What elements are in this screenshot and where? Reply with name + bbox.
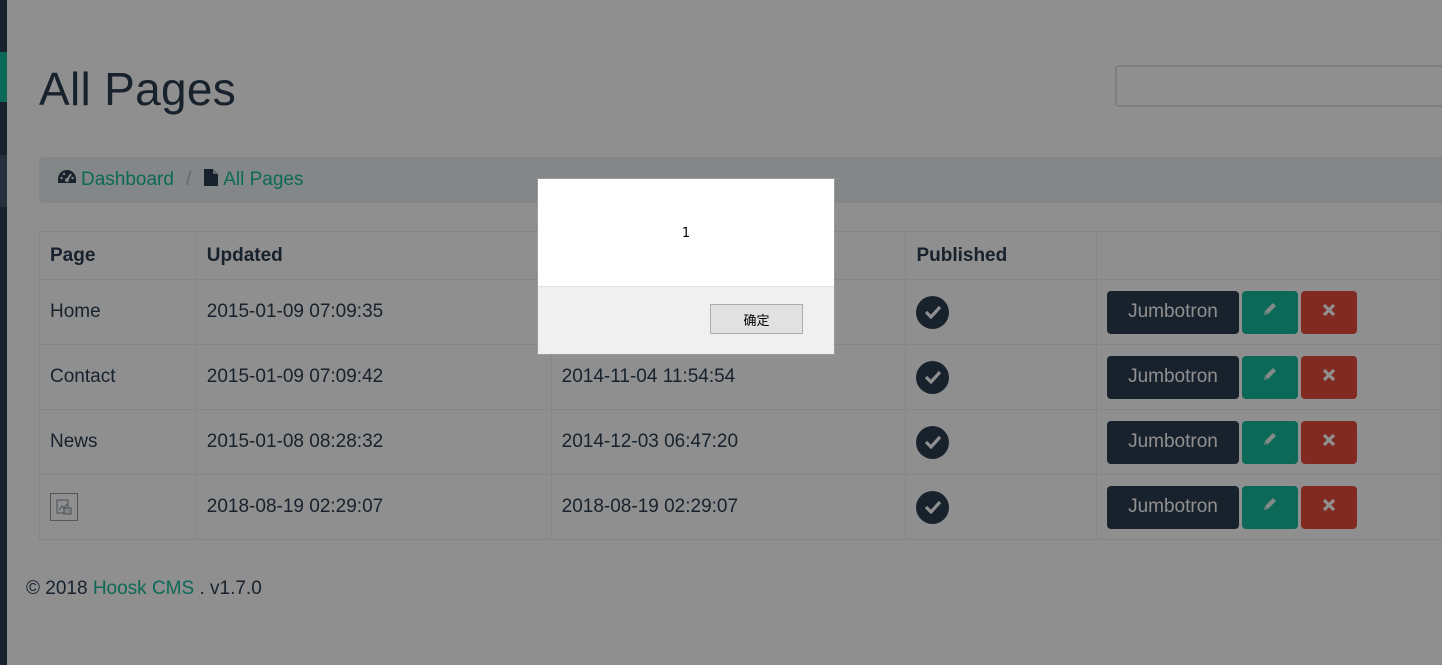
dialog-message: 1 — [681, 225, 691, 241]
ok-button[interactable]: 确定 — [710, 304, 803, 334]
dialog-footer: 确定 — [538, 286, 834, 354]
alert-dialog: 1 确定 — [537, 178, 835, 355]
